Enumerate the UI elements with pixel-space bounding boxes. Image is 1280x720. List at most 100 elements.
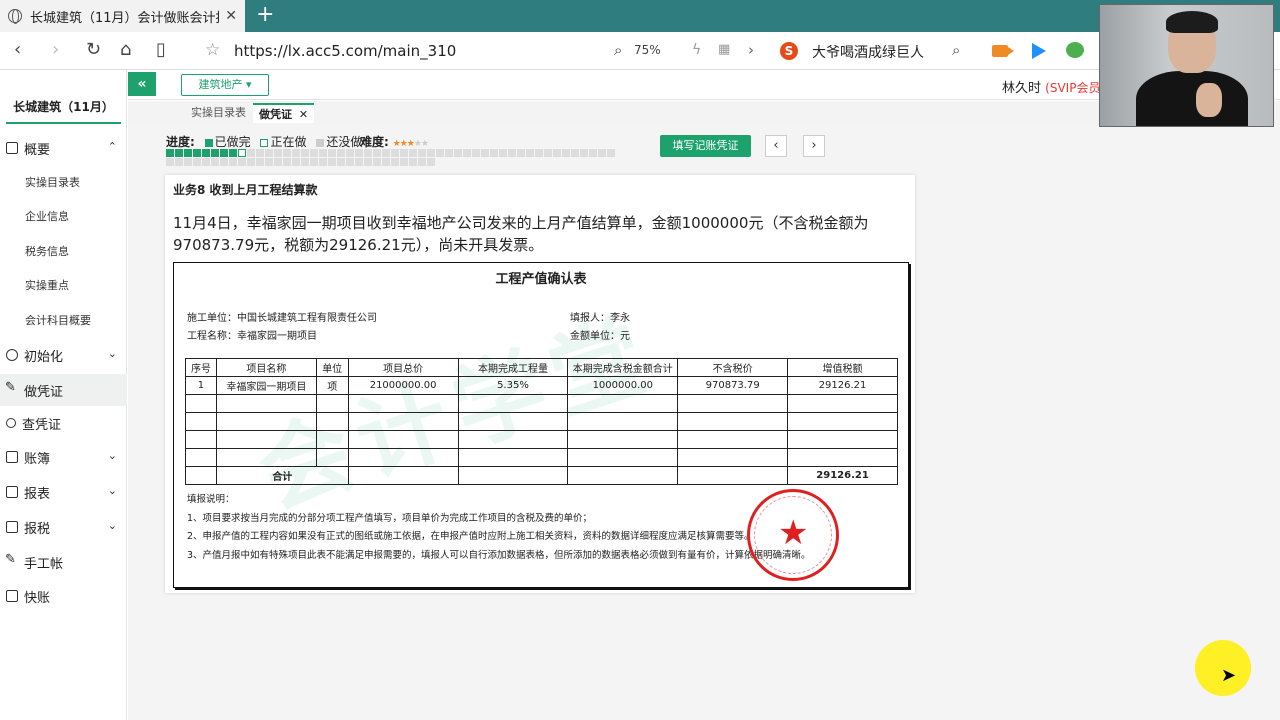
progress-cell[interactable]	[256, 149, 264, 157]
progress-cell[interactable]	[391, 158, 399, 166]
progress-cell[interactable]	[328, 158, 336, 166]
progress-cell[interactable]	[445, 149, 453, 157]
progress-cell[interactable]	[562, 149, 570, 157]
progress-cell[interactable]	[319, 149, 327, 157]
progress-cell[interactable]	[391, 149, 399, 157]
progress-cell[interactable]	[274, 158, 282, 166]
progress-cell[interactable]	[355, 158, 363, 166]
progress-cell[interactable]	[175, 158, 183, 166]
progress-cell[interactable]	[202, 149, 210, 157]
progress-cell[interactable]	[535, 149, 543, 157]
progress-cell[interactable]	[382, 149, 390, 157]
tab-catalog[interactable]: 实操目录表	[185, 103, 252, 123]
progress-cell[interactable]	[427, 149, 435, 157]
progress-cell[interactable]	[346, 149, 354, 157]
search-suggestion[interactable]: 大爷喝酒成绿巨人	[812, 42, 924, 62]
collapse-sidebar-button[interactable]: «	[128, 72, 156, 96]
progress-cell[interactable]	[274, 149, 282, 157]
progress-cell[interactable]	[436, 149, 444, 157]
progress-cell[interactable]	[364, 149, 372, 157]
progress-cell[interactable]	[166, 149, 174, 157]
progress-cell[interactable]	[283, 158, 291, 166]
progress-cell[interactable]	[220, 149, 228, 157]
progress-cell[interactable]	[283, 149, 291, 157]
progress-cell[interactable]	[409, 158, 417, 166]
tab-make-voucher[interactable]: 做凭证 ✕	[253, 103, 315, 123]
progress-cell[interactable]	[598, 149, 606, 157]
address-bar[interactable]: https://lx.acc5.com/main_310	[234, 42, 456, 60]
progress-cell[interactable]	[292, 149, 300, 157]
progress-cell[interactable]	[409, 149, 417, 157]
progress-cell[interactable]	[499, 149, 507, 157]
progress-cell[interactable]	[301, 149, 309, 157]
zoom-icon[interactable]: ⌕	[614, 40, 622, 60]
progress-cell[interactable]	[607, 149, 615, 157]
sidebar-sub-tax[interactable]: 税务信息	[0, 235, 127, 267]
progress-cell[interactable]	[580, 149, 588, 157]
video-extension-icon[interactable]	[992, 45, 1014, 57]
progress-cell[interactable]	[202, 158, 210, 166]
forward-icon[interactable]: ›	[52, 40, 59, 60]
progress-cell[interactable]	[382, 158, 390, 166]
progress-cell[interactable]	[292, 158, 300, 166]
sidebar-item-tax-filing[interactable]: 报税 ⌄	[0, 511, 127, 543]
progress-cell[interactable]	[589, 149, 597, 157]
progress-cell[interactable]	[310, 158, 318, 166]
more-icon[interactable]: ›	[748, 40, 754, 60]
progress-cell[interactable]	[427, 158, 435, 166]
sidebar-item-quick[interactable]: 快账	[0, 580, 127, 612]
home-icon[interactable]: ⌂	[120, 40, 131, 60]
chat-extension-icon[interactable]	[1066, 42, 1084, 58]
play-extension-icon[interactable]	[1032, 43, 1046, 59]
new-tab-button[interactable]: +	[256, 3, 274, 27]
sidebar-sub-keypoints[interactable]: 实操重点	[0, 269, 127, 301]
user-info[interactable]: 林久时 (SVIP会员)	[1002, 77, 1105, 96]
progress-cell[interactable]	[373, 158, 381, 166]
sidebar-item-init[interactable]: 初始化 ⌄	[0, 339, 127, 371]
progress-cell[interactable]	[553, 149, 561, 157]
progress-cell[interactable]	[517, 149, 525, 157]
sidebar-item-view-voucher[interactable]: 查凭证	[0, 407, 127, 439]
progress-cell[interactable]	[490, 149, 498, 157]
progress-cell[interactable]	[238, 158, 246, 166]
progress-cell[interactable]	[220, 158, 228, 166]
sidebar-sub-accounts[interactable]: 会计科目概要	[0, 304, 127, 336]
progress-cell[interactable]	[229, 158, 237, 166]
progress-cell[interactable]	[481, 149, 489, 157]
progress-cell[interactable]	[265, 158, 273, 166]
progress-cell[interactable]	[319, 158, 327, 166]
progress-cell[interactable]	[400, 149, 408, 157]
progress-cell[interactable]	[526, 149, 534, 157]
sidebar-item-overview[interactable]: 概要 ⌃	[0, 132, 127, 164]
progress-cell[interactable]	[463, 149, 471, 157]
star-icon[interactable]: ☆	[205, 40, 220, 60]
sidebar-item-make-voucher[interactable]: 做凭证	[0, 374, 127, 406]
progress-cell[interactable]	[265, 149, 273, 157]
progress-cell[interactable]	[184, 158, 192, 166]
progress-cell[interactable]	[418, 149, 426, 157]
progress-cell[interactable]	[337, 149, 345, 157]
sidebar-item-reports[interactable]: 报表 ⌄	[0, 476, 127, 508]
progress-cell[interactable]	[211, 158, 219, 166]
industry-dropdown[interactable]: 建筑地产 ▾	[181, 74, 269, 96]
flash-icon[interactable]: ϟ	[692, 40, 701, 60]
progress-cell[interactable]	[355, 149, 363, 157]
progress-cell[interactable]	[193, 158, 201, 166]
back-icon[interactable]: ‹	[14, 40, 21, 60]
progress-cell[interactable]	[238, 149, 246, 157]
progress-cell[interactable]	[508, 149, 516, 157]
progress-cell[interactable]	[247, 158, 255, 166]
search-engine-icon[interactable]: S	[780, 42, 798, 60]
reload-icon[interactable]: ↻	[86, 40, 101, 60]
sidebar-sub-catalog[interactable]: 实操目录表	[0, 166, 127, 198]
progress-cell[interactable]	[175, 149, 183, 157]
progress-cell[interactable]	[346, 158, 354, 166]
progress-cell[interactable]	[328, 149, 336, 157]
sidebar-sub-company[interactable]: 企业信息	[0, 200, 127, 232]
progress-cell[interactable]	[193, 149, 201, 157]
next-task-button[interactable]: ›	[803, 135, 825, 157]
sidebar-item-ledger[interactable]: 账簿 ⌄	[0, 441, 127, 473]
browser-tab[interactable]: 长城建筑（11月）会计做账会计报表 ✕	[0, 0, 245, 32]
progress-cell[interactable]	[571, 149, 579, 157]
progress-cell[interactable]	[472, 149, 480, 157]
